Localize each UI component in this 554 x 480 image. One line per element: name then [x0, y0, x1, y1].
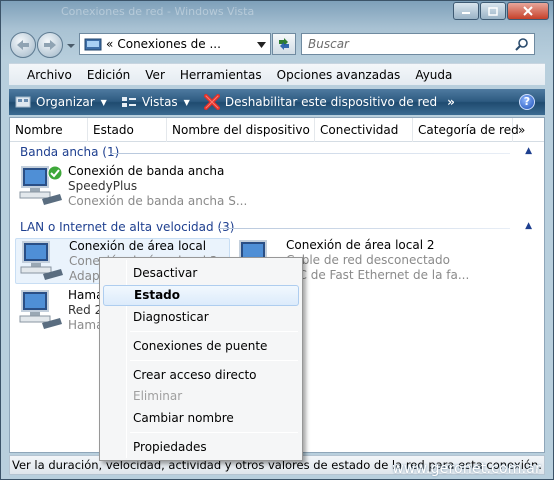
organize-icon — [15, 96, 31, 108]
column-categoria[interactable]: Categoría de red — [413, 118, 519, 142]
network-folder-icon — [84, 38, 102, 51]
group-header-banda-ancha[interactable]: Banda ancha (1) — [20, 145, 119, 159]
address-path[interactable]: Conexiones de ... — [117, 37, 221, 51]
menu-opciones-avanzadas[interactable]: Opciones avanzadas — [277, 68, 401, 82]
minimize-icon — [462, 12, 470, 14]
views-label: Vistas — [141, 95, 178, 109]
connection-status: Cable de red desconectado — [286, 253, 450, 267]
window-controls — [452, 2, 549, 20]
more-commands-button[interactable]: » — [447, 95, 455, 109]
back-button[interactable] — [10, 32, 36, 58]
column-nombre-dispositivo[interactable]: Nombre del dispositivo — [167, 118, 315, 142]
connection-device: Conexión de banda ancha S... — [68, 194, 248, 208]
chevron-down-icon: ▼ — [183, 97, 190, 107]
menu-bar: Archivo Edición Ver Herramientas Opcione… — [9, 63, 545, 85]
connection-name: Conexión de área local 2 — [286, 238, 435, 252]
refresh-button[interactable] — [272, 33, 296, 55]
search-input[interactable]: Buscar — [301, 33, 535, 55]
menu-item-propiedades[interactable]: Propiedades — [103, 437, 299, 458]
collapse-group-icon[interactable]: ▲ — [525, 221, 532, 231]
views-button[interactable]: Vistas ▼ — [121, 95, 190, 109]
more-columns-button[interactable]: » — [513, 118, 544, 142]
chevron-down-icon: ▼ — [100, 97, 107, 107]
connection-name: Conexión de área local — [69, 239, 207, 253]
menu-archivo[interactable]: Archivo — [27, 68, 72, 82]
title-bar[interactable]: Conexiones de red - Windows Vista — [1, 1, 553, 27]
collapse-group-icon[interactable]: ▲ — [525, 146, 532, 156]
recent-pages-dropdown-icon[interactable] — [66, 41, 76, 51]
disable-x-icon — [203, 94, 220, 110]
list-item[interactable]: Conexión de banda ancha SpeedyPlus Conex… — [18, 164, 247, 210]
views-icon — [121, 97, 136, 107]
disable-device-button[interactable]: Deshabilitar este dispositivo de red — [203, 94, 438, 110]
minimize-button[interactable] — [453, 2, 479, 20]
connection-status: SpeedyPlus — [68, 179, 138, 193]
connection-device: NIC de Fast Ethernet de la fa... — [286, 268, 470, 282]
search-icon[interactable] — [515, 37, 529, 51]
arrow-right-icon — [44, 40, 56, 50]
close-icon — [523, 6, 533, 16]
organize-button[interactable]: Organizar ▼ — [15, 95, 107, 109]
watermark: www.geronet.com.ar — [392, 461, 541, 477]
explorer-window: Conexiones de red - Windows Vista « Cone… — [0, 0, 554, 480]
address-bar[interactable]: « Conexiones de ... — [79, 33, 271, 55]
command-bar: Organizar ▼ Vistas ▼ Deshabilitar este d… — [9, 89, 545, 115]
breadcrumb-chevron[interactable]: « — [106, 37, 113, 51]
organize-label: Organizar — [36, 95, 95, 109]
search-placeholder: Buscar — [308, 37, 349, 51]
maximize-button[interactable] — [480, 2, 506, 20]
group-divider — [110, 153, 510, 154]
chevron-down-icon[interactable] — [257, 41, 266, 49]
window-title: Conexiones de red - Windows Vista — [61, 5, 255, 18]
connection-status: Red 2 — [68, 303, 103, 317]
menu-ver[interactable]: Ver — [145, 68, 165, 82]
column-estado[interactable]: Estado — [88, 118, 167, 142]
network-computer-icon — [19, 165, 63, 205]
menu-separator — [130, 432, 298, 433]
forward-button[interactable] — [37, 32, 63, 58]
column-nombre[interactable]: Nombre — [10, 118, 88, 142]
menu-item-conexiones-puente[interactable]: Conexiones de puente — [103, 336, 299, 357]
menu-item-diagnosticar[interactable]: Diagnosticar — [103, 307, 299, 328]
group-divider — [218, 228, 510, 229]
menu-separator — [130, 331, 298, 332]
column-conectividad[interactable]: Conectividad — [315, 118, 413, 142]
disable-label: Deshabilitar este dispositivo de red — [224, 95, 438, 109]
help-button[interactable]: ? — [519, 94, 535, 110]
menu-item-crear-acceso-directo[interactable]: Crear acceso directo — [103, 365, 299, 386]
refresh-icon — [279, 38, 289, 50]
menu-item-desactivar[interactable]: Desactivar — [103, 263, 299, 284]
network-computer-icon — [20, 241, 63, 280]
menu-herramientas[interactable]: Herramientas — [180, 68, 262, 82]
close-button[interactable] — [507, 2, 549, 20]
menu-ayuda[interactable]: Ayuda — [415, 68, 452, 82]
address-row: « Conexiones de ... Buscar — [1, 29, 553, 61]
menu-item-estado[interactable]: Estado — [103, 285, 299, 306]
arrow-left-icon — [17, 40, 29, 50]
group-header-lan[interactable]: LAN o Internet de alta velocidad (3) — [20, 220, 234, 234]
column-header-row: Nombre Estado Nombre del dispositivo Con… — [10, 118, 544, 142]
network-computer-icon — [19, 290, 62, 329]
menu-item-cambiar-nombre[interactable]: Cambiar nombre — [103, 408, 299, 429]
context-menu: Desactivar Estado Diagnosticar Conexione… — [99, 257, 303, 461]
menu-edicion[interactable]: Edición — [87, 68, 130, 82]
connection-name: Conexión de banda ancha — [68, 164, 225, 178]
menu-item-eliminar: Eliminar — [133, 389, 183, 403]
menu-separator — [130, 360, 298, 361]
maximize-icon — [488, 6, 498, 16]
